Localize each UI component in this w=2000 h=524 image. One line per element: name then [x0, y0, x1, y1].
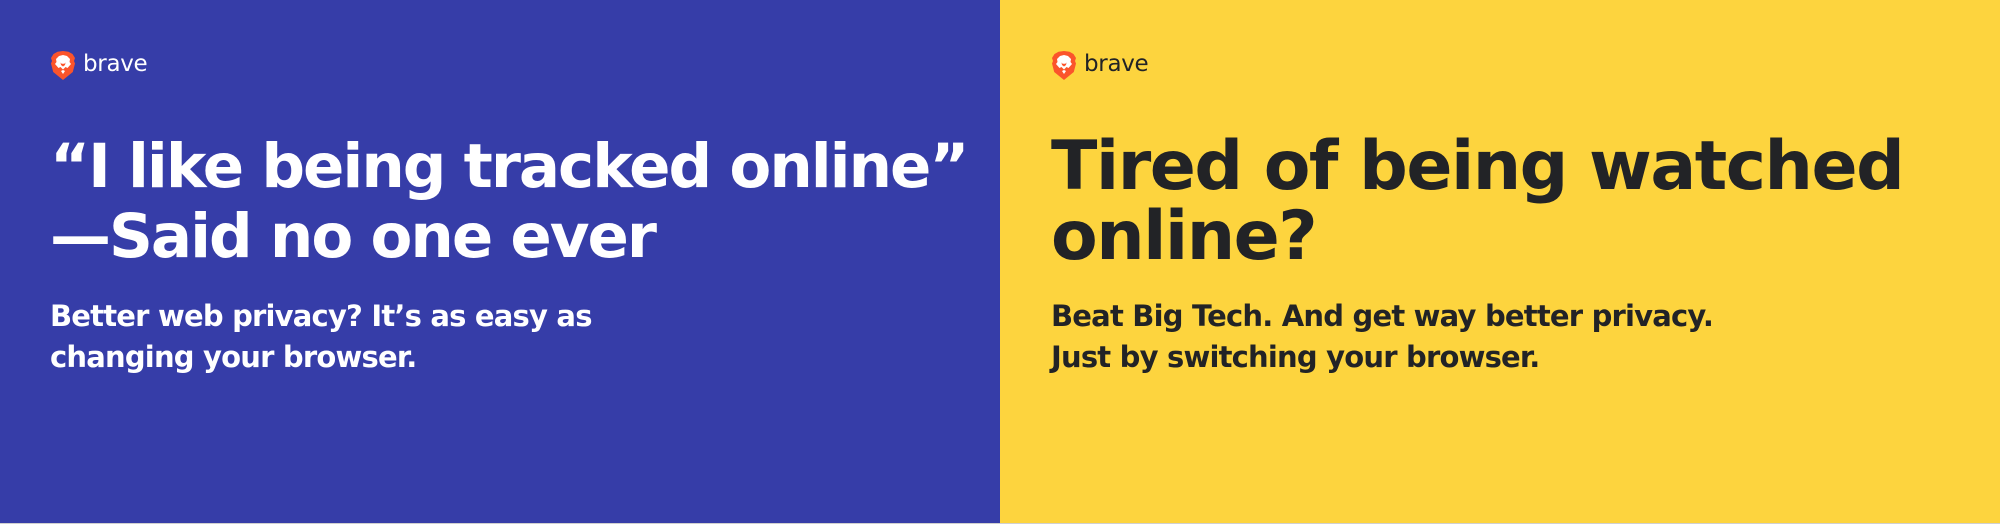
right-headline-line-1: Tired of being watched	[1051, 127, 1905, 206]
left-headline-line-2: —Said no one ever	[50, 201, 657, 272]
ad-panel-yellow: brave Tired of being watched online? Bea…	[1000, 0, 2000, 524]
right-subhead-line-1: Beat Big Tech. And get way better privac…	[1051, 299, 1714, 333]
ad-panel-blue: brave “I like being tracked online” —Sai…	[0, 0, 1000, 524]
brave-logo: brave	[1051, 50, 1149, 81]
left-headline-line-1: “I like being tracked online”	[50, 131, 969, 202]
ad-banner-pair: brave “I like being tracked online” —Sai…	[0, 0, 2000, 524]
brave-wordmark: brave	[83, 51, 148, 77]
brave-lion-icon	[1052, 51, 1076, 80]
right-headline-line-2: online?	[1051, 197, 1318, 276]
right-subhead-line-2: Just by switching your browser.	[1051, 340, 1540, 374]
brave-wordmark: brave	[1084, 51, 1149, 77]
right-headline: Tired of being watched online?	[1051, 127, 1905, 276]
left-subhead: Better web privacy? It’s as easy as chan…	[50, 296, 592, 378]
brave-lion-icon	[51, 51, 75, 80]
brave-logo: brave	[50, 50, 148, 81]
left-headline: “I like being tracked online” —Said no o…	[50, 131, 969, 272]
right-subhead: Beat Big Tech. And get way better privac…	[1051, 296, 1714, 378]
left-subhead-line-1: Better web privacy? It’s as easy as	[50, 299, 592, 333]
left-subhead-line-2: changing your browser.	[50, 340, 417, 374]
